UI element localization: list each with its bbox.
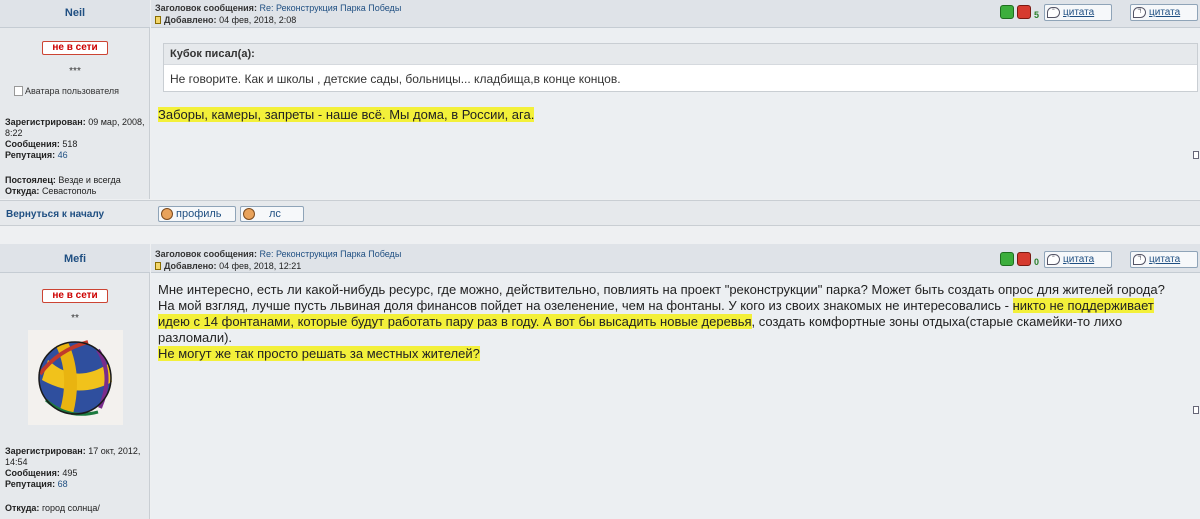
rank-stars: ** bbox=[71, 313, 79, 324]
post-separator bbox=[0, 227, 1200, 243]
user-avatar[interactable] bbox=[28, 330, 123, 425]
message-line-1: Мне интересно, есть ли какой-нибудь ресу… bbox=[158, 282, 1165, 297]
user-stats: Зарегистрирован: 09 мар, 2008, 8:22 Сооб… bbox=[5, 117, 145, 160]
rate-up-icon[interactable] bbox=[1000, 5, 1014, 19]
rating-value: 0 bbox=[1034, 257, 1040, 267]
status-badge: не в сети bbox=[42, 41, 108, 55]
pm-button[interactable]: лс bbox=[240, 206, 304, 222]
broken-image-icon bbox=[14, 86, 23, 96]
author-name[interactable]: Mefi bbox=[0, 244, 150, 273]
pm-icon bbox=[243, 208, 255, 220]
rate-down-icon[interactable] bbox=[1017, 5, 1031, 19]
quote-author: Кубок писал(а): bbox=[164, 44, 1197, 65]
quote-selected-icon: "! bbox=[1133, 7, 1146, 18]
expand-icon[interactable] bbox=[1193, 406, 1199, 414]
rate-up-icon[interactable] bbox=[1000, 252, 1014, 266]
highlighted-text: Не могут же так просто решать за местных… bbox=[158, 346, 480, 361]
post-message: Мне интересно, есть ли какой-нибудь ресу… bbox=[158, 282, 1188, 362]
post-subject[interactable]: Re: Реконструкция Парка Победы bbox=[259, 3, 401, 13]
post-doc-icon[interactable] bbox=[155, 262, 161, 270]
highlighted-text: Заборы, камеры, запреты - наше всё. Мы д… bbox=[158, 107, 535, 122]
post-actions: 0 " цитата "! цитата bbox=[1000, 251, 1200, 269]
status-badge: не в сети bbox=[42, 289, 108, 303]
rating-value: 5 bbox=[1034, 10, 1040, 20]
quote-selected-button[interactable]: "! цитата bbox=[1130, 4, 1198, 21]
quote-text: Не говорите. Как и школы , детские сады,… bbox=[170, 72, 621, 86]
message-line-3: Не могут же так просто решать за местных… bbox=[158, 346, 1188, 362]
user-stats: Зарегистрирован: 17 окт, 2012, 14:54 Соо… bbox=[5, 446, 141, 489]
post-subject[interactable]: Re: Реконструкция Парка Победы bbox=[259, 249, 401, 259]
subject-label: Заголовок сообщения: bbox=[155, 249, 257, 259]
added-label: Добавлено: bbox=[164, 15, 217, 25]
quote-selected-button[interactable]: "! цитата bbox=[1130, 251, 1198, 268]
post-doc-icon[interactable] bbox=[155, 16, 161, 24]
rate-down-icon[interactable] bbox=[1017, 252, 1031, 266]
message-line-2: На мой взгляд, лучше пусть львиная доля … bbox=[158, 298, 1154, 345]
profile-icon bbox=[161, 208, 173, 220]
user-location: Откуда: город солнца/ bbox=[5, 503, 100, 513]
post-footer: Вернуться к началу профиль лс bbox=[0, 200, 1200, 226]
post-message: Заборы, камеры, запреты - наше всё. Мы д… bbox=[158, 107, 1188, 123]
user-location: Постоялец: Везде и всегда Откуда: Севаст… bbox=[5, 175, 121, 196]
quote-selected-icon: "! bbox=[1133, 254, 1146, 265]
author-name[interactable]: Neil bbox=[0, 0, 150, 28]
expand-icon[interactable] bbox=[1193, 151, 1199, 159]
quote-icon: " bbox=[1047, 7, 1060, 18]
added-label: Добавлено: bbox=[164, 261, 217, 271]
profile-button[interactable]: профиль bbox=[158, 206, 236, 222]
post-date: 04 фев, 2018, 12:21 bbox=[219, 261, 302, 271]
post-actions: 5 " цитата "! цитата bbox=[1000, 4, 1200, 22]
quote-button[interactable]: " цитата bbox=[1044, 4, 1112, 21]
subject-label: Заголовок сообщения: bbox=[155, 3, 257, 13]
post-date: 04 фев, 2018, 2:08 bbox=[219, 15, 297, 25]
rank-stars: *** bbox=[69, 66, 81, 77]
quote-button[interactable]: " цитата bbox=[1044, 251, 1112, 268]
quote-icon: " bbox=[1047, 254, 1060, 265]
avatar-placeholder: Аватара пользователя bbox=[14, 86, 119, 96]
quote-block: Кубок писал(а): Не говорите. Как и школы… bbox=[163, 43, 1198, 92]
back-to-top-link[interactable]: Вернуться к началу bbox=[6, 209, 104, 220]
